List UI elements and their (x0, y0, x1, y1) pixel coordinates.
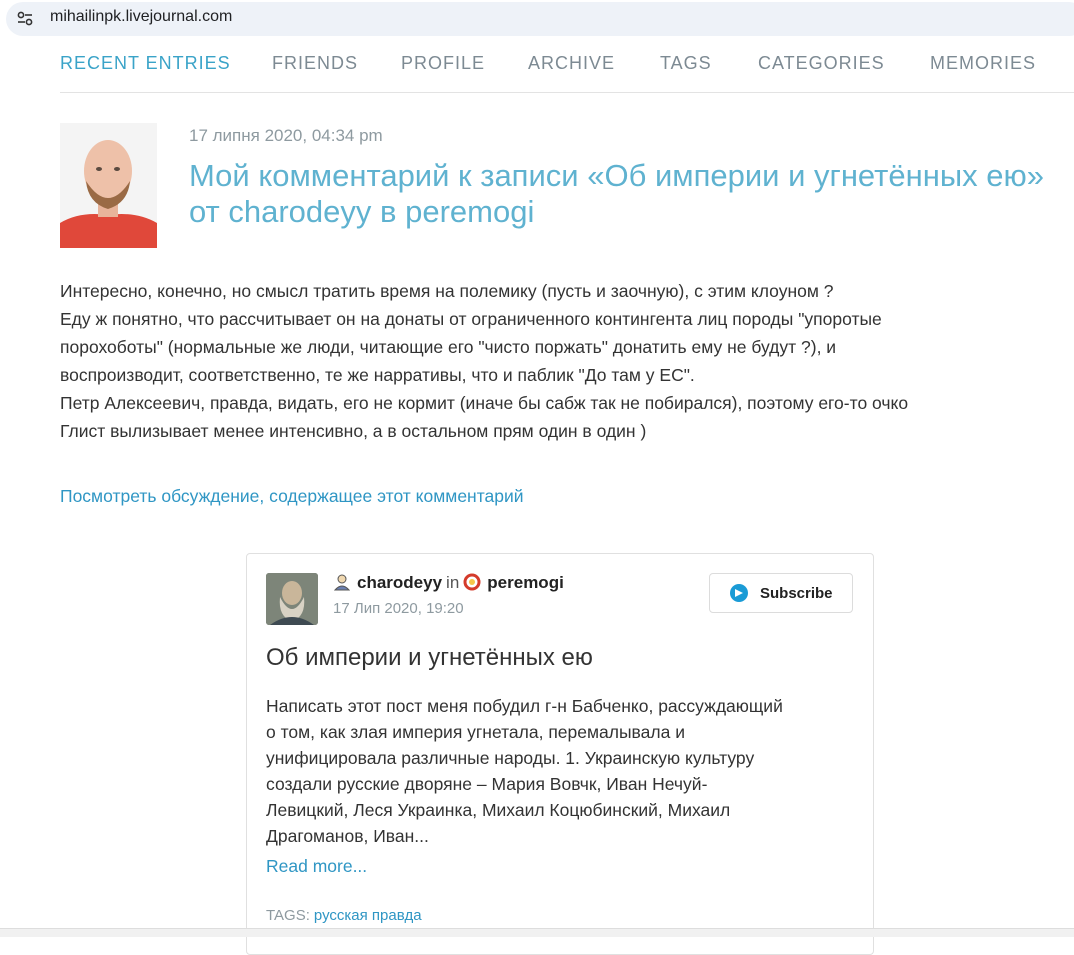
entry-body-line: Еду ж понятно, что рассчитывает он на до… (60, 309, 882, 329)
entry-body-line: воспроизводит, соответственно, те же нар… (60, 365, 695, 385)
entry-body-line: Глист вылизывает менее интенсивно, а в о… (60, 421, 647, 441)
embed-tags: TAGS: русская правда (266, 907, 422, 924)
subscribe-label: Subscribe (760, 585, 833, 602)
excerpt-line: о том, как злая империя угнетала, перема… (266, 722, 685, 742)
tune-icon[interactable] (14, 7, 36, 29)
embed-byline: charodeyy in peremogi (333, 573, 564, 593)
embed-date: 17 Лип 2020, 19:20 (333, 600, 464, 617)
view-discussion-link[interactable]: Посмотреть обсуждение, содержащее этот к… (60, 486, 524, 507)
tags-label: TAGS: (266, 907, 310, 924)
embed-community-name[interactable]: peremogi (487, 573, 564, 592)
nav-profile[interactable]: PROFILE (401, 53, 485, 74)
entry-title[interactable]: Мой комментарий к записи «Об империи и у… (189, 158, 1069, 230)
nav-recent-entries[interactable]: RECENT ENTRIES (60, 53, 231, 74)
embed-author-avatar[interactable] (266, 573, 318, 625)
embed-in-label: in (446, 573, 460, 592)
read-more-link[interactable]: Read more... (266, 856, 367, 877)
subscribe-button[interactable]: Subscribe (709, 573, 853, 613)
subscribe-icon (730, 584, 748, 602)
journal-nav: RECENT ENTRIES FRIENDS PROFILE ARCHIVE T… (60, 52, 1074, 93)
tag-link[interactable]: русская правда (314, 907, 422, 924)
nav-archive[interactable]: ARCHIVE (528, 53, 615, 74)
entry-body-line: Петр Алексеевич, правда, видать, его не … (60, 393, 909, 413)
url-text[interactable]: mihailinpk.livejournal.com (50, 8, 232, 26)
excerpt-line: создали русские дворяне – Мария Вовчк, И… (266, 774, 708, 794)
browser-address-bar: mihailinpk.livejournal.com (0, 0, 1074, 46)
embedded-post-card: charodeyy in peremogi 17 Лип 2020, 19:20 … (246, 553, 874, 955)
entry-date: 17 липня 2020, 04:34 pm (189, 126, 383, 145)
embed-post-title[interactable]: Об империи и угнетённых ею (266, 644, 593, 672)
excerpt-line: Написать этот пост меня побудил г-н Бабч… (266, 696, 783, 716)
excerpt-line: Левицкий, Леся Украинка, Михаил Коцюбинс… (266, 800, 731, 820)
excerpt-line: унифицировала различные народы. 1. Украи… (266, 748, 755, 768)
embed-post-excerpt: Написать этот пост меня побудил г-н Бабч… (266, 693, 866, 849)
nav-friends[interactable]: FRIENDS (272, 53, 358, 74)
embed-author-name[interactable]: charodeyy (357, 573, 442, 592)
entry-body-line: порохоботы" (нормальные же люди, читающи… (60, 337, 837, 357)
user-icon (333, 573, 351, 591)
entry-body: Интересно, конечно, но смысл тратить вре… (60, 277, 1060, 445)
nav-memories[interactable]: MEMORIES (930, 53, 1036, 74)
community-icon (463, 573, 481, 591)
nav-categories[interactable]: CATEGORIES (758, 53, 885, 74)
entry-body-line: Интересно, конечно, но смысл тратить вре… (60, 281, 834, 301)
nav-tags[interactable]: TAGS (660, 53, 712, 74)
author-avatar[interactable] (60, 123, 157, 248)
excerpt-line: Драгоманов, Иван... (266, 826, 429, 846)
